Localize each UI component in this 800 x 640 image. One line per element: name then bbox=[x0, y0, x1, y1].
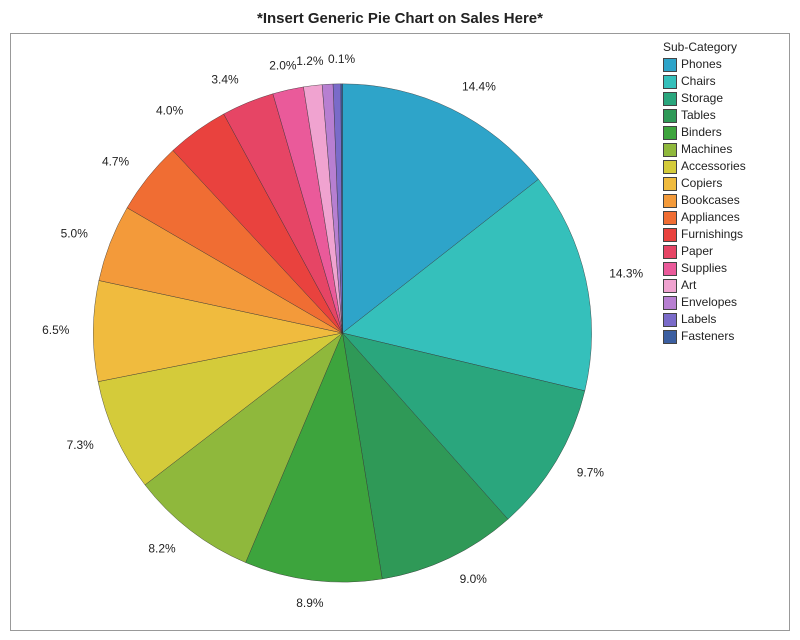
legend-item-fasteners: Fasteners bbox=[663, 328, 783, 345]
legend-label: Binders bbox=[681, 124, 722, 141]
legend-label: Tables bbox=[681, 107, 716, 124]
legend-swatch bbox=[663, 143, 677, 157]
legend-swatch bbox=[663, 194, 677, 208]
legend-swatch bbox=[663, 245, 677, 259]
slice-label: 5.0% bbox=[61, 226, 89, 240]
legend-swatch bbox=[663, 109, 677, 123]
legend-item-bookcases: Bookcases bbox=[663, 192, 783, 209]
slice-label: 8.2% bbox=[148, 541, 176, 555]
slice-label: 2.0% bbox=[269, 59, 297, 73]
legend-item-accessories: Accessories bbox=[663, 158, 783, 175]
legend-item-copiers: Copiers bbox=[663, 175, 783, 192]
slice-label: 4.7% bbox=[102, 155, 130, 169]
chart-frame: 14.4% 14.3% 9.7% 9.0% 8.9% 8.2% 7.3% 6.5% 5.0% 4.… bbox=[10, 33, 790, 631]
legend-label: Accessories bbox=[681, 158, 746, 175]
legend-title: Sub-Category bbox=[663, 40, 783, 54]
legend-swatch bbox=[663, 126, 677, 140]
legend-item-paper: Paper bbox=[663, 243, 783, 260]
legend-label: Storage bbox=[681, 90, 723, 107]
legend-label: Labels bbox=[681, 311, 716, 328]
legend-item-machines: Machines bbox=[663, 141, 783, 158]
slice-label: 0.1% bbox=[328, 52, 356, 66]
slice-label: 6.5% bbox=[42, 323, 70, 337]
legend-swatch bbox=[663, 296, 677, 310]
slice-label: 3.4% bbox=[211, 73, 239, 87]
legend-swatch bbox=[663, 279, 677, 293]
legend-label: Bookcases bbox=[681, 192, 740, 209]
slice-label: 9.0% bbox=[460, 572, 488, 586]
legend-item-tables: Tables bbox=[663, 107, 783, 124]
legend-swatch bbox=[663, 262, 677, 276]
legend-swatch bbox=[663, 75, 677, 89]
legend-item-binders: Binders bbox=[663, 124, 783, 141]
legend-label: Envelopes bbox=[681, 294, 737, 311]
legend-item-chairs: Chairs bbox=[663, 73, 783, 90]
legend-swatch bbox=[663, 211, 677, 225]
legend-item-supplies: Supplies bbox=[663, 260, 783, 277]
legend-item-furnishings: Furnishings bbox=[663, 226, 783, 243]
legend-label: Machines bbox=[681, 141, 732, 158]
legend-label: Copiers bbox=[681, 175, 722, 192]
legend-label: Fasteners bbox=[681, 328, 734, 345]
legend-label: Furnishings bbox=[681, 226, 743, 243]
legend-swatch bbox=[663, 330, 677, 344]
legend-item-storage: Storage bbox=[663, 90, 783, 107]
legend-swatch bbox=[663, 160, 677, 174]
legend-swatch bbox=[663, 92, 677, 106]
legend-label: Paper bbox=[681, 243, 713, 260]
slice-label: 14.3% bbox=[609, 267, 643, 281]
slice-label: 8.9% bbox=[296, 596, 324, 610]
slice-label: 7.3% bbox=[67, 438, 95, 452]
legend-label: Phones bbox=[681, 56, 722, 73]
legend-label: Chairs bbox=[681, 73, 716, 90]
slice-label: 1.2% bbox=[296, 54, 324, 68]
legend-item-appliances: Appliances bbox=[663, 209, 783, 226]
legend: Sub-Category PhonesChairsStorageTablesBi… bbox=[663, 40, 783, 345]
legend-swatch bbox=[663, 313, 677, 327]
legend-item-phones: Phones bbox=[663, 56, 783, 73]
legend-label: Appliances bbox=[681, 209, 740, 226]
slice-label: 4.0% bbox=[156, 103, 184, 117]
slice-label: 9.7% bbox=[577, 465, 605, 479]
legend-swatch bbox=[663, 58, 677, 72]
legend-label: Art bbox=[681, 277, 696, 294]
legend-item-art: Art bbox=[663, 277, 783, 294]
legend-swatch bbox=[663, 228, 677, 242]
pie-chart: 14.4% 14.3% 9.7% 9.0% 8.9% 8.2% 7.3% 6.5% 5.0% 4.… bbox=[11, 34, 654, 630]
legend-label: Supplies bbox=[681, 260, 727, 277]
legend-item-labels: Labels bbox=[663, 311, 783, 328]
legend-item-envelopes: Envelopes bbox=[663, 294, 783, 311]
chart-title: *Insert Generic Pie Chart on Sales Here* bbox=[0, 0, 800, 33]
slice-label: 14.4% bbox=[462, 80, 496, 94]
legend-swatch bbox=[663, 177, 677, 191]
